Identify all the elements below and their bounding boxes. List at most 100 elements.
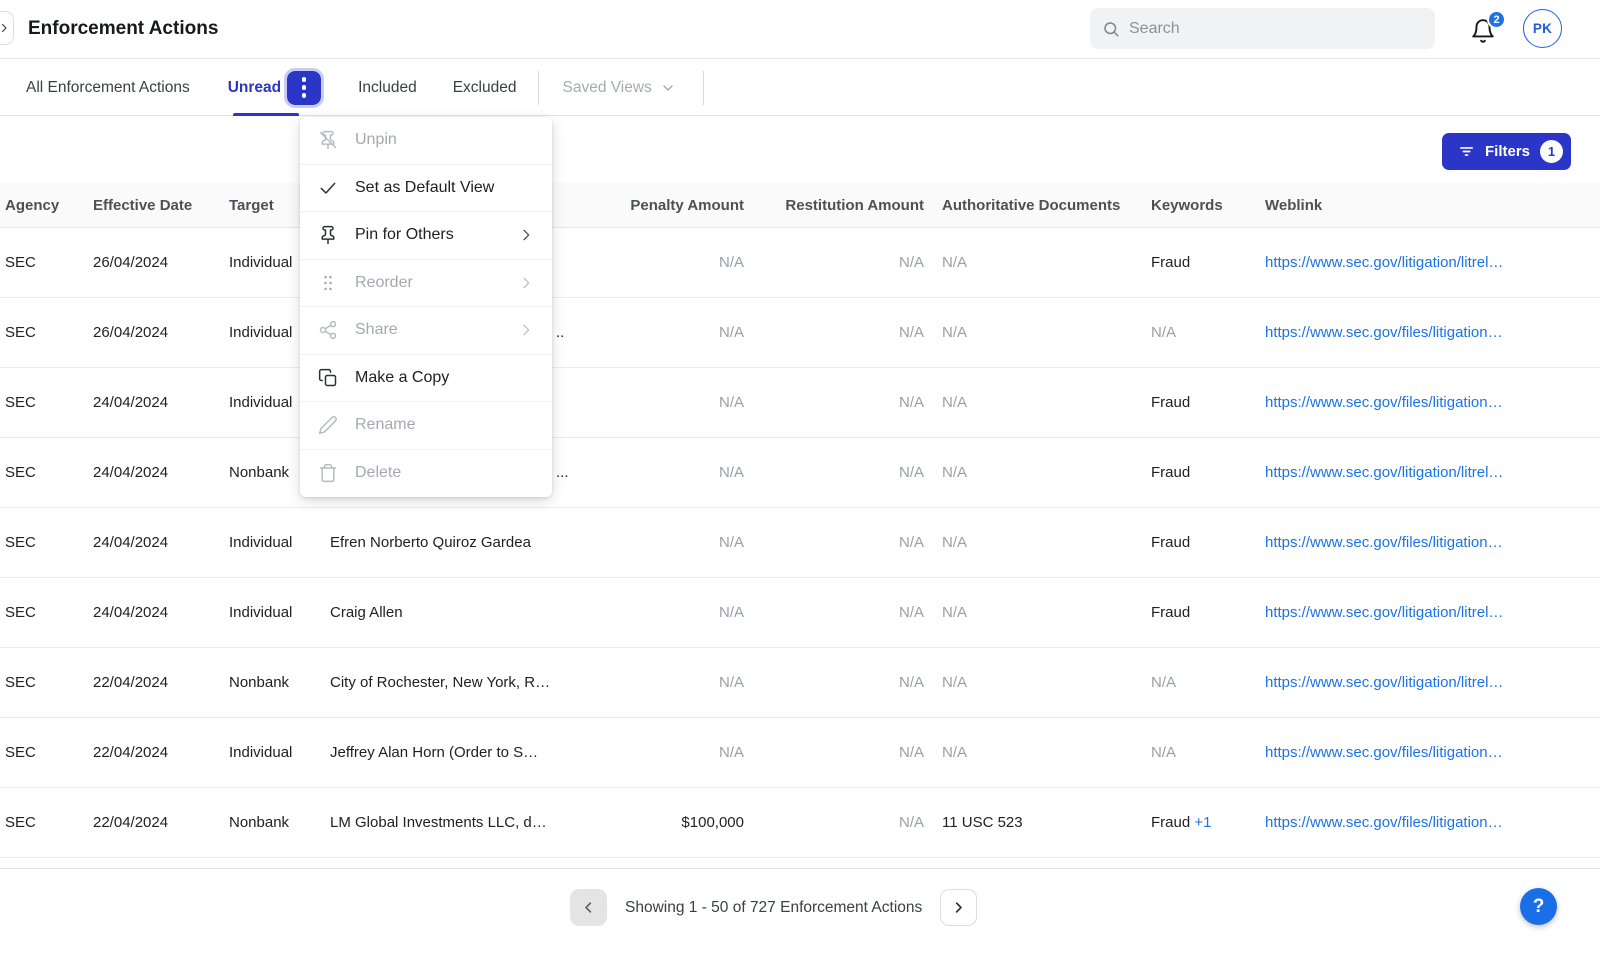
cell-penalty-amount: N/A <box>620 534 750 551</box>
cell-weblink: https://www.sec.gov/files/litigation… <box>1250 394 1600 411</box>
cell-effective-date: 26/04/2024 <box>88 324 225 341</box>
cell-effective-date: 22/04/2024 <box>88 744 225 761</box>
weblink-link[interactable]: https://www.sec.gov/litigation/litrel… <box>1265 464 1503 481</box>
cell-keywords: Fraud +1 <box>1137 814 1250 831</box>
cell-keywords: Fraud <box>1137 534 1250 551</box>
table-row[interactable]: SEC24/04/2024Nonbank...N/AN/AN/AFraudhtt… <box>0 438 1600 508</box>
pin-icon <box>318 225 338 245</box>
menu-item-label: Unpin <box>355 131 534 149</box>
cell-weblink: https://www.sec.gov/litigation/litrel… <box>1250 604 1600 621</box>
menu-item-reorder[interactable]: Reorder <box>300 260 552 308</box>
cell-target: Individual <box>225 534 325 551</box>
cell-restitution-amount: N/A <box>750 674 925 691</box>
tab-included[interactable]: Included <box>358 79 417 97</box>
cell-weblink: https://www.sec.gov/files/litigation… <box>1250 814 1600 831</box>
tab-unread[interactable]: Unread <box>228 79 281 97</box>
cell-name: .. <box>551 324 620 341</box>
menu-item-unpin[interactable]: Unpin <box>300 117 552 165</box>
kebab-icon <box>302 77 307 82</box>
cell-agency: SEC <box>0 534 88 551</box>
search-box[interactable] <box>1090 8 1435 49</box>
menu-item-share[interactable]: Share <box>300 307 552 355</box>
chevron-right-icon <box>518 275 534 291</box>
saved-views-dropdown[interactable]: Saved Views <box>562 79 675 97</box>
tab-excluded[interactable]: Excluded <box>453 79 517 97</box>
table-row[interactable]: SEC24/04/2024IndividualEfren Norberto Qu… <box>0 508 1600 578</box>
notification-badge: 2 <box>1487 10 1506 29</box>
weblink-link[interactable]: https://www.sec.gov/files/litigation… <box>1265 534 1503 551</box>
menu-item-label: Delete <box>355 464 534 482</box>
cell-agency: SEC <box>0 464 88 481</box>
cell-agency: SEC <box>0 604 88 621</box>
cell-penalty-amount: N/A <box>620 464 750 481</box>
search-input[interactable] <box>1129 20 1423 38</box>
cell-effective-date: 24/04/2024 <box>88 534 225 551</box>
weblink-link[interactable]: https://www.sec.gov/litigation/litrel… <box>1265 604 1503 621</box>
cell-restitution-amount: N/A <box>750 324 925 341</box>
cell-effective-date: 26/04/2024 <box>88 254 225 271</box>
cell-keywords: N/A <box>1137 674 1250 691</box>
pagination: Showing 1 - 50 of 727 Enforcement Action… <box>570 889 977 926</box>
table-row[interactable]: SEC22/04/2024NonbankCity of Rochester, N… <box>0 648 1600 718</box>
weblink-link[interactable]: https://www.sec.gov/files/litigation… <box>1265 394 1503 411</box>
keywords-more-badge[interactable]: +1 <box>1194 814 1211 831</box>
weblink-link[interactable]: https://www.sec.gov/files/litigation… <box>1265 814 1503 831</box>
table-row[interactable]: SEC22/04/2024IndividualJeffrey Alan Horn… <box>0 718 1600 788</box>
table-row[interactable]: SEC22/04/2024NonbankLM Global Investment… <box>0 788 1600 858</box>
column-header-penalty-amount: Penalty Amount <box>620 197 750 214</box>
view-options-kebab-button[interactable] <box>287 71 321 105</box>
cell-restitution-amount: N/A <box>750 394 925 411</box>
cell-penalty-amount: N/A <box>620 604 750 621</box>
divider <box>703 71 704 105</box>
sidebar-expand-button[interactable] <box>0 11 14 45</box>
weblink-link[interactable]: https://www.sec.gov/files/litigation… <box>1265 324 1503 341</box>
copy-icon <box>318 368 338 388</box>
weblink-link[interactable]: https://www.sec.gov/files/litigation… <box>1265 744 1503 761</box>
cell-agency: SEC <box>0 674 88 691</box>
table-row[interactable]: SEC26/04/2024IndividualN/AN/AN/AFraudhtt… <box>0 228 1600 298</box>
cell-keywords: Fraud <box>1137 394 1250 411</box>
filters-button[interactable]: Filters 1 <box>1442 133 1571 170</box>
avatar[interactable]: PK <box>1523 9 1562 48</box>
menu-item-make-a-copy[interactable]: Make a Copy <box>300 355 552 403</box>
cell-restitution-amount: N/A <box>750 534 925 551</box>
chevron-left-icon <box>581 900 596 915</box>
cell-penalty-amount: $100,000 <box>620 814 750 831</box>
weblink-link[interactable]: https://www.sec.gov/litigation/litrel… <box>1265 254 1503 271</box>
column-header-agency: Agency <box>0 197 88 214</box>
weblink-link[interactable]: https://www.sec.gov/litigation/litrel… <box>1265 674 1503 691</box>
cell-agency: SEC <box>0 814 88 831</box>
menu-item-label: Set as Default View <box>355 179 534 197</box>
menu-item-pin-for-others[interactable]: Pin for Others <box>300 212 552 260</box>
cell-penalty-amount: N/A <box>620 674 750 691</box>
view-options-menu: UnpinSet as Default ViewPin for OthersRe… <box>300 117 552 497</box>
menu-item-rename[interactable]: Rename <box>300 402 552 450</box>
help-button[interactable]: ? <box>1520 888 1557 925</box>
notifications-button[interactable]: 2 <box>1466 10 1506 50</box>
cell-keywords: Fraud <box>1137 464 1250 481</box>
table-row[interactable]: SEC24/04/2024IndividualCraig AllenN/AN/A… <box>0 578 1600 648</box>
cell-keywords: Fraud <box>1137 604 1250 621</box>
cell-restitution-amount: N/A <box>750 604 925 621</box>
cell-name: Efren Norberto Quiroz Gardea <box>325 534 620 551</box>
next-page-button[interactable] <box>940 889 977 926</box>
saved-views-label: Saved Views <box>562 79 651 97</box>
menu-item-set-as-default-view[interactable]: Set as Default View <box>300 165 552 213</box>
column-header-authoritative-documents: Authoritative Documents <box>925 197 1137 214</box>
chevron-right-icon <box>951 900 966 915</box>
table-row[interactable]: SEC24/04/2024IndividualN/AN/AN/AFraudhtt… <box>0 368 1600 438</box>
cell-authoritative-documents: N/A <box>925 464 1137 481</box>
cell-agency: SEC <box>0 324 88 341</box>
table-row[interactable]: SEC26/04/2024Individual..N/AN/AN/AN/Ahtt… <box>0 298 1600 368</box>
tab-all-enforcement-actions[interactable]: All Enforcement Actions <box>26 79 190 97</box>
cell-effective-date: 22/04/2024 <box>88 814 225 831</box>
menu-item-delete[interactable]: Delete <box>300 450 552 498</box>
cell-keywords: N/A <box>1137 744 1250 761</box>
cell-keywords: Fraud <box>1137 254 1250 271</box>
cell-agency: SEC <box>0 254 88 271</box>
cell-weblink: https://www.sec.gov/litigation/litrel… <box>1250 674 1600 691</box>
previous-page-button[interactable] <box>570 889 607 926</box>
view-tabs: All Enforcement Actions Unread Included … <box>0 60 1600 116</box>
cell-penalty-amount: N/A <box>620 744 750 761</box>
cell-restitution-amount: N/A <box>750 254 925 271</box>
